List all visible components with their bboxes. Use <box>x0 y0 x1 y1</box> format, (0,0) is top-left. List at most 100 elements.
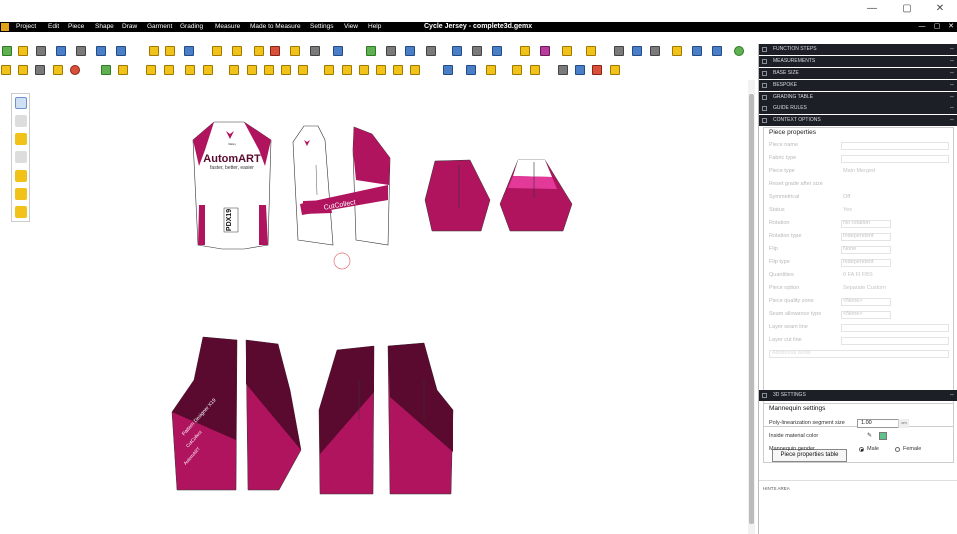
pin-icon[interactable] <box>520 46 530 56</box>
material-icon[interactable] <box>562 46 572 56</box>
merge-tool-icon[interactable] <box>342 65 352 75</box>
prop-field[interactable] <box>841 155 949 163</box>
piece-mirror-icon[interactable] <box>254 46 264 56</box>
menu-made-to-measure[interactable]: Made to Measure <box>250 22 301 32</box>
menu-piece[interactable]: Piece <box>68 22 84 32</box>
pen-tool-icon[interactable] <box>15 151 27 163</box>
notch-tool-icon[interactable] <box>118 65 128 75</box>
move-tool-icon[interactable] <box>443 65 453 75</box>
scale-tool-icon[interactable] <box>530 65 540 75</box>
trace-tool-icon[interactable] <box>393 65 403 75</box>
layout-icon[interactable] <box>614 46 624 56</box>
snap-tool-icon[interactable] <box>575 65 585 75</box>
doc-minimize-button[interactable]: — <box>917 22 927 32</box>
lock-tool-icon[interactable] <box>229 65 239 75</box>
layer-tool-icon[interactable] <box>15 188 27 200</box>
menu-project[interactable]: Project <box>16 22 36 32</box>
jersey-front-piece[interactable]: Valley AutomART faster, better, easier P… <box>192 121 272 250</box>
texture-tool-icon[interactable] <box>610 65 620 75</box>
point-tool-icon[interactable] <box>1 65 11 75</box>
shorts-back-right-piece[interactable] <box>387 342 454 495</box>
menu-help[interactable]: Help <box>368 22 381 32</box>
window-close-button[interactable]: ✕ <box>925 3 955 17</box>
view-3d-icon[interactable] <box>492 46 502 56</box>
cross-tool-icon[interactable] <box>35 65 45 75</box>
plot-icon[interactable] <box>632 46 642 56</box>
panel-header-grading-table[interactable]: GRADING TABLE ⇔ <box>759 92 957 103</box>
panel-header-bespoke[interactable]: BESPOKE ⇔ <box>759 80 957 91</box>
panel-header-guide-rules[interactable]: GUIDE RULES ⇔ <box>759 103 957 114</box>
undo-icon[interactable] <box>96 46 106 56</box>
fabric-tool-icon[interactable] <box>101 65 111 75</box>
jersey-back-piece[interactable] <box>292 125 334 246</box>
stretch-tool-icon[interactable] <box>466 65 476 75</box>
menu-draw[interactable]: Draw <box>122 22 137 32</box>
grid-icon[interactable] <box>386 46 396 56</box>
panel-header-context-options[interactable]: CONTEXT OPTIONS ⇔ <box>759 115 957 126</box>
menu-edit[interactable]: Edit <box>48 22 59 32</box>
report-icon[interactable] <box>692 46 702 56</box>
eraser-tool-icon[interactable] <box>15 133 27 145</box>
grade-tool-icon[interactable] <box>247 65 257 75</box>
view-2d-icon[interactable] <box>452 46 462 56</box>
sleeve-right-piece[interactable] <box>499 159 573 232</box>
tag-icon[interactable] <box>540 46 550 56</box>
window-maximize-button[interactable]: ▢ <box>892 3 922 17</box>
cut-tool-icon[interactable] <box>164 65 174 75</box>
zoom-out-icon[interactable] <box>165 46 175 56</box>
crosshair-tool-icon[interactable] <box>558 65 568 75</box>
menu-measure[interactable]: Measure <box>215 22 240 32</box>
view-eye-icon[interactable] <box>405 46 415 56</box>
rotate-tool-icon[interactable] <box>359 65 369 75</box>
printer-icon[interactable] <box>650 46 660 56</box>
shorts-front-left-piece[interactable]: Pattern Designer X19 CutCollect AutomART <box>171 336 238 491</box>
menu-garment[interactable]: Garment <box>147 22 172 32</box>
forward-tool-icon[interactable] <box>486 65 496 75</box>
color-picker-icon[interactable]: ✎ <box>867 432 875 440</box>
prop-field[interactable] <box>841 337 949 345</box>
align-icon[interactable] <box>426 46 436 56</box>
zoom-fit-icon[interactable] <box>184 46 194 56</box>
piece-delete-icon[interactable] <box>270 46 280 56</box>
menu-shape[interactable]: Shape <box>95 22 114 32</box>
marker-icon[interactable] <box>672 46 682 56</box>
gender-female-radio[interactable] <box>895 447 900 452</box>
panel-header-base-size[interactable]: BASE SIZE ⇔ <box>759 68 957 79</box>
ruler-tool-icon[interactable] <box>298 65 308 75</box>
play-icon[interactable] <box>333 46 343 56</box>
size-tool-icon[interactable] <box>264 65 274 75</box>
seam-icon[interactable] <box>366 46 376 56</box>
new-project-icon[interactable] <box>2 46 12 56</box>
gender-male-radio[interactable] <box>859 447 864 452</box>
piece-tool-icon[interactable] <box>15 170 27 182</box>
canvas-vertical-scrollbar[interactable] <box>748 80 755 534</box>
select-arrow-icon[interactable] <box>15 97 27 109</box>
stack-tool-icon[interactable] <box>15 206 27 218</box>
piece-new-icon[interactable] <box>212 46 222 56</box>
segment-size-unit[interactable]: cm <box>898 419 909 428</box>
sleeve-left-piece[interactable] <box>424 159 491 232</box>
print-icon[interactable] <box>36 46 46 56</box>
prop-field[interactable] <box>841 324 949 332</box>
menu-view[interactable]: View <box>344 22 358 32</box>
save-icon[interactable] <box>56 46 66 56</box>
curve-tool-icon[interactable] <box>15 115 27 127</box>
shorts-front-right-piece[interactable] <box>245 339 302 491</box>
panel-header-measurements[interactable]: MEASUREMENTS ⇔ <box>759 56 957 67</box>
inside-color-swatch[interactable] <box>879 432 887 440</box>
export-icon[interactable] <box>76 46 86 56</box>
piece-copy-icon[interactable] <box>232 46 242 56</box>
menu-settings[interactable]: Settings <box>310 22 334 32</box>
panel-header-function-steps[interactable]: FUNCTION STEPS ⇔ <box>759 44 957 55</box>
panel-header-3d-settings[interactable]: 3D SETTINGS ⇔ <box>759 390 957 401</box>
chart-icon[interactable] <box>712 46 722 56</box>
transform-tool-icon[interactable] <box>512 65 522 75</box>
zoom-in-icon[interactable] <box>149 46 159 56</box>
measure-tool-icon[interactable] <box>281 65 291 75</box>
frame-tool-icon[interactable] <box>146 65 156 75</box>
split-tool-icon[interactable] <box>324 65 334 75</box>
join-tool-icon[interactable] <box>185 65 195 75</box>
view-split-icon[interactable] <box>472 46 482 56</box>
menu-grading[interactable]: Grading <box>180 22 203 32</box>
mark-tool-icon[interactable] <box>592 65 602 75</box>
